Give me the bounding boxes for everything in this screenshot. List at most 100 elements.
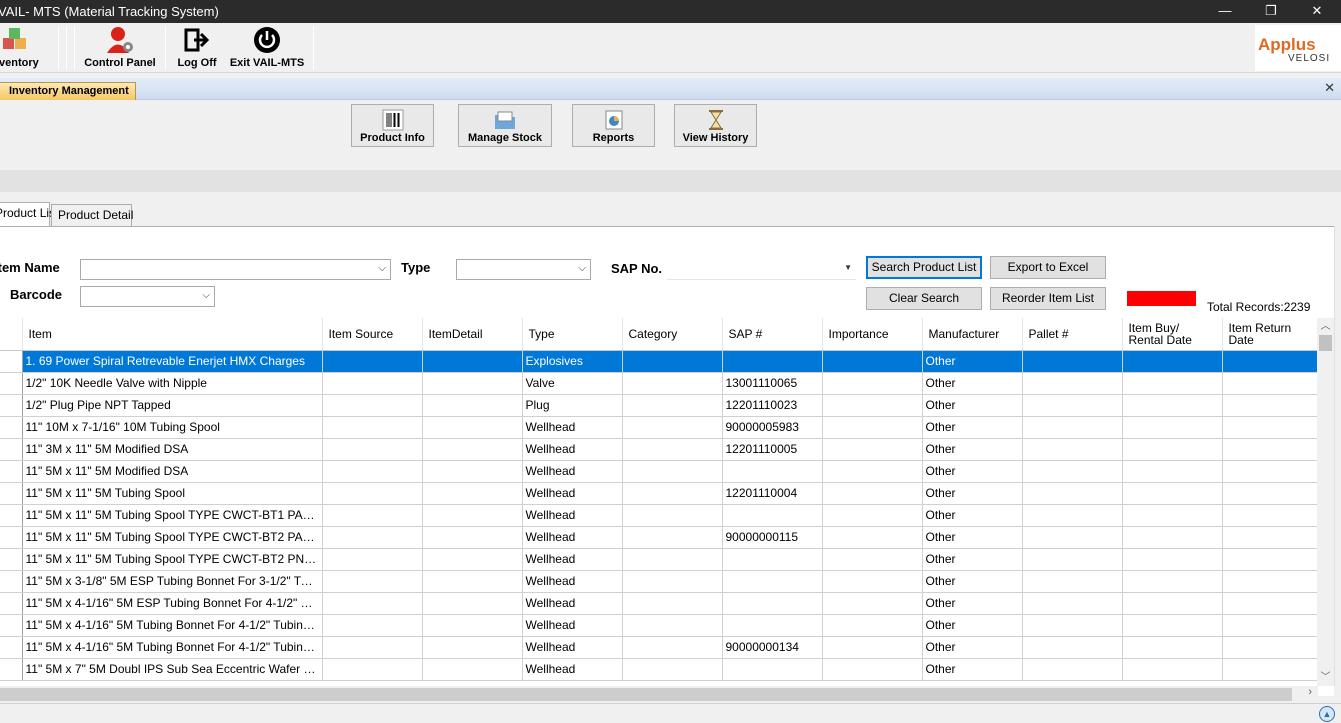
table-cell[interactable] (1122, 438, 1223, 461)
table-cell[interactable]: 11" 5M x 11" 5M Tubing Spool TYPE CWCT-B… (22, 504, 323, 527)
table-cell[interactable]: Wellhead (522, 460, 623, 483)
table-cell[interactable]: 11" 5M x 11" 5M Modified DSA (22, 460, 323, 483)
table-cell[interactable] (622, 592, 723, 615)
close-icon[interactable]: ✕ (1324, 80, 1335, 96)
table-cell[interactable] (1022, 482, 1123, 505)
table-row[interactable]: 11" 5M x 11" 5M Tubing Spool TYPE CWCT-B… (0, 504, 1318, 527)
table-row[interactable]: 11" 5M x 4-1/16" 5M Tubing Bonnet For 4-… (0, 636, 1318, 659)
column-header[interactable]: SAP # (722, 318, 823, 351)
minimize-button[interactable]: — (1202, 0, 1248, 23)
table-cell[interactable]: 11" 5M x 11" 5M Tubing Spool TYPE CWCT-B… (22, 548, 323, 571)
column-header[interactable]: Item Source (322, 318, 423, 351)
table-cell[interactable] (1022, 614, 1123, 637)
table-row[interactable]: 11" 10M x 7-1/16" 10M Tubing Spool Wellhe… (0, 416, 1318, 439)
table-cell[interactable]: Other (922, 482, 1023, 505)
table-cell[interactable] (822, 570, 923, 593)
table-cell[interactable]: 11" 5M x 11" 5M Tubing Spool (22, 482, 323, 505)
table-cell[interactable]: Other (922, 592, 1023, 615)
table-cell[interactable] (622, 570, 723, 593)
tab-product-detail[interactable]: Product Detail (51, 204, 133, 226)
table-cell[interactable] (822, 438, 923, 461)
table-cell[interactable]: 11" 5M x 4-1/16" 5M ESP Tubing Bonnet Fo… (22, 592, 323, 615)
arrow-up-circle-icon[interactable]: ▲ (1319, 706, 1335, 722)
table-cell[interactable]: Wellhead (522, 548, 623, 571)
table-cell[interactable] (622, 482, 723, 505)
table-row[interactable]: 11" 5M x 11" 5M Tubing Spool TYPE CWCT-B… (0, 526, 1318, 549)
search-product-list-button[interactable]: Search Product List (866, 256, 982, 279)
table-cell[interactable]: Other (922, 460, 1023, 483)
table-cell[interactable]: Wellhead (522, 438, 623, 461)
row-header[interactable] (0, 350, 23, 373)
table-cell[interactable] (822, 636, 923, 659)
row-header[interactable] (0, 460, 23, 483)
table-cell[interactable] (1022, 526, 1123, 549)
table-cell[interactable]: 90000000115 (722, 526, 823, 549)
table-cell[interactable] (1222, 504, 1318, 527)
table-cell[interactable] (1222, 416, 1318, 439)
table-cell[interactable] (1022, 504, 1123, 527)
table-cell[interactable] (422, 372, 523, 395)
barcode-combo[interactable]: ⌵ (80, 286, 215, 307)
scroll-up-icon[interactable]: ︿ (1317, 318, 1334, 335)
table-cell[interactable] (722, 570, 823, 593)
table-cell[interactable] (622, 438, 723, 461)
table-cell[interactable]: Explosives (522, 350, 623, 373)
table-cell[interactable]: Valve (522, 372, 623, 395)
table-cell[interactable] (722, 350, 823, 373)
table-cell[interactable] (1222, 636, 1318, 659)
scroll-right-icon[interactable]: › (1308, 686, 1312, 698)
table-cell[interactable] (622, 372, 723, 395)
table-cell[interactable] (322, 416, 423, 439)
table-cell[interactable] (822, 548, 923, 571)
grid-horizontal-scrollbar[interactable]: › (0, 686, 1318, 703)
table-cell[interactable]: Other (922, 350, 1023, 373)
table-cell[interactable] (722, 592, 823, 615)
table-cell[interactable] (822, 614, 923, 637)
scroll-thumb[interactable] (1319, 335, 1332, 351)
row-header[interactable] (0, 636, 23, 659)
table-cell[interactable]: 1/2" 10K Needle Valve with Nipple (22, 372, 323, 395)
table-cell[interactable] (1222, 570, 1318, 593)
table-cell[interactable] (822, 592, 923, 615)
table-cell[interactable] (722, 504, 823, 527)
table-cell[interactable] (1022, 416, 1123, 439)
table-cell[interactable]: 11" 10M x 7-1/16" 10M Tubing Spool (22, 416, 323, 439)
table-cell[interactable]: Wellhead (522, 526, 623, 549)
table-cell[interactable]: 90000000134 (722, 636, 823, 659)
table-cell[interactable] (822, 372, 923, 395)
reorder-item-list-button[interactable]: Reorder Item List (990, 287, 1106, 310)
table-cell[interactable] (1022, 372, 1123, 395)
table-cell[interactable] (822, 350, 923, 373)
table-cell[interactable] (1022, 592, 1123, 615)
row-header[interactable] (0, 548, 23, 571)
table-cell[interactable]: Other (922, 548, 1023, 571)
table-cell[interactable] (422, 658, 523, 681)
row-header[interactable] (0, 372, 23, 395)
table-cell[interactable] (1022, 570, 1123, 593)
table-cell[interactable] (322, 658, 423, 681)
table-cell[interactable] (422, 416, 523, 439)
table-cell[interactable] (322, 592, 423, 615)
table-cell[interactable] (1122, 504, 1223, 527)
table-row[interactable]: 11" 5M x 11" 5M Modified DSA Wellhead Othe… (0, 460, 1318, 483)
table-cell[interactable] (1222, 482, 1318, 505)
column-header[interactable]: Type (522, 318, 623, 351)
table-cell[interactable] (1222, 526, 1318, 549)
table-cell[interactable] (1222, 350, 1318, 373)
row-header[interactable] (0, 570, 23, 593)
table-cell[interactable] (822, 482, 923, 505)
row-header[interactable] (0, 592, 23, 615)
table-cell[interactable] (1122, 570, 1223, 593)
inventory-button[interactable]: Inventory (0, 23, 50, 73)
table-cell[interactable] (622, 350, 723, 373)
table-cell[interactable] (1122, 636, 1223, 659)
column-header[interactable]: Item (22, 318, 323, 351)
table-cell[interactable] (1122, 658, 1223, 681)
table-cell[interactable] (1122, 394, 1223, 417)
inventory-management-tab[interactable]: Inventory Management (0, 82, 136, 100)
table-row[interactable]: 1/2" Plug Pipe NPT Tapped Plug 12201110023… (0, 394, 1318, 417)
grid-vertical-scrollbar[interactable]: ︿ ﹀ (1317, 318, 1334, 686)
table-cell[interactable] (622, 504, 723, 527)
table-cell[interactable] (1122, 482, 1223, 505)
table-cell[interactable] (422, 504, 523, 527)
